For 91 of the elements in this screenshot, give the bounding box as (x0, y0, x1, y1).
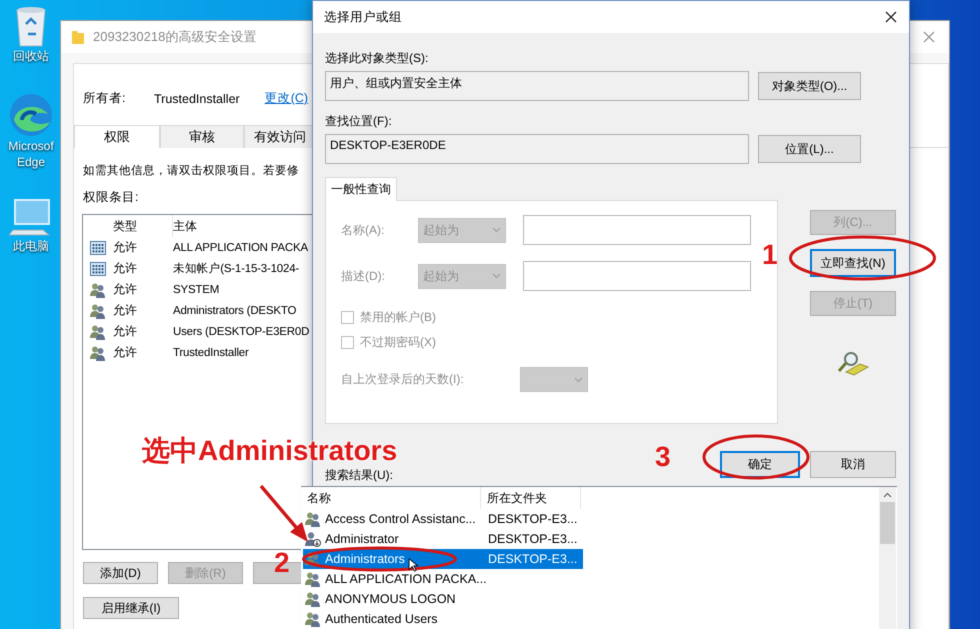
step-number: 2 (274, 548, 290, 578)
owner-name: TrustedInstaller (154, 92, 240, 106)
group-icon (305, 591, 321, 607)
checkbox-label: 禁用的帐户(B) (360, 311, 436, 324)
close-icon[interactable] (885, 11, 897, 23)
group-icon (305, 571, 321, 587)
field-label: 查找位置(F): (325, 113, 393, 130)
table-cell-text: Access Control Assistanc... (324, 512, 476, 526)
tab[interactable]: 审核 (160, 125, 244, 148)
folder-icon (71, 29, 85, 45)
caret-icon (492, 273, 501, 279)
tab[interactable]: 权限 (74, 125, 160, 148)
table-cell: ALL APPLICATION PACKA (173, 242, 308, 254)
table-cell-text: DESKTOP-E3... (488, 532, 578, 546)
table-cell: Users (DESKTOP-E3ER0D (173, 326, 310, 338)
checkbox[interactable] (341, 311, 354, 324)
table-cell: SYSTEM (173, 284, 220, 296)
scrollbar-track[interactable] (879, 487, 896, 629)
entries-label: 权限条目: (83, 189, 138, 206)
info-text: 如需其他信息，请双击权限项目。若要修 (83, 164, 299, 178)
action-button[interactable]: 添加(D) (83, 562, 158, 584)
step-number: 3 (655, 442, 671, 472)
group-icon (305, 551, 321, 567)
column-header[interactable]: 主体 (173, 218, 197, 234)
field-label: 描述(D): (341, 268, 386, 284)
scrollbar-thumb[interactable] (880, 502, 895, 544)
table-cell-text: DESKTOP-E3... (488, 512, 578, 526)
result-row[interactable]: ALL APPLICATION PACKA... (303, 569, 583, 589)
result-row[interactable]: Administrator DESKTOP-E3... (303, 529, 583, 549)
group-icon (305, 511, 321, 527)
owner-label: 所有者: (83, 90, 126, 107)
grid-icon (90, 240, 106, 254)
result-row[interactable]: Authenticated Users (303, 609, 583, 629)
column-header[interactable]: 名称 (301, 487, 481, 509)
group-icon (90, 324, 106, 340)
group-icon (305, 611, 321, 627)
input-field[interactable] (523, 215, 751, 245)
caret-icon (492, 227, 501, 233)
dialog-button[interactable]: 取消 (810, 451, 896, 478)
table-cell-text: 允许 (113, 281, 138, 298)
search-icon (836, 350, 870, 376)
browser-icon (8, 92, 54, 138)
location-field: DESKTOP-E3ER0DE (325, 134, 749, 164)
result-row[interactable]: Access Control Assistanc... DESKTOP-E3... (303, 509, 583, 529)
checkbox[interactable] (341, 336, 354, 349)
table-cell-text: 允许 (113, 239, 138, 256)
results-label: 搜索结果(U): (325, 467, 393, 484)
dialog-title: 选择用户或组 (324, 8, 402, 26)
user-icon (305, 531, 321, 547)
input-field[interactable] (523, 261, 751, 291)
column-header[interactable]: 所在文件夹 (481, 487, 581, 509)
grid-icon (90, 262, 106, 276)
field-label: 选择此对象类型(S): (325, 50, 430, 67)
table-cell-text: ALL APPLICATION PACKA... (324, 572, 487, 586)
table-cell-text: DESKTOP-E3... (488, 552, 578, 566)
table-cell: Administrators (DESKTO (173, 304, 296, 316)
checkbox-label: 不过期密码(X) (360, 336, 436, 349)
scroll-up-icon[interactable] (883, 492, 892, 498)
table-cell-text: Authenticated Users (324, 612, 438, 626)
step-number: 1 (762, 240, 778, 270)
table-cell-text: 允许 (113, 302, 138, 319)
window-title: 2093230218的高级安全设置 (93, 28, 256, 46)
change-link[interactable]: 更改(C) (264, 90, 308, 107)
field-label: 名称(A): (341, 222, 386, 238)
caret-icon (574, 376, 583, 382)
result-row[interactable]: ANONYMOUS LOGON (303, 589, 583, 609)
table-cell: TrustedInstaller (173, 346, 249, 358)
dropdown[interactable] (520, 367, 588, 392)
locations-button[interactable]: 位置(L)... (758, 135, 861, 163)
group-icon (90, 282, 106, 298)
field-label: 自上次登录后的天数(I): (341, 371, 465, 388)
table-cell-text: ANONYMOUS LOGON (324, 592, 456, 606)
dialog-button[interactable]: 确定 (720, 451, 800, 478)
column-header[interactable]: 类型 (113, 215, 173, 237)
table-cell-text: 允许 (113, 260, 138, 277)
inherit-button[interactable]: 启用继承(I) (83, 597, 179, 619)
pointer-icon (408, 558, 419, 572)
table-cell-text: 允许 (113, 323, 138, 340)
recycle-bin-icon (14, 4, 48, 48)
object-types-button[interactable]: 对象类型(O)... (758, 72, 861, 100)
object-type-field: 用户、组或内置安全主体 (325, 71, 749, 101)
side-button[interactable]: 立即查找(N) (810, 249, 896, 277)
group-icon (90, 344, 106, 360)
table-cell-text: Administrators (324, 552, 405, 566)
table-cell: 未知帐户(S-1-15-3-1024- (173, 261, 300, 276)
computer-icon (9, 198, 53, 238)
arrow (260, 484, 308, 542)
group-icon (90, 302, 106, 318)
query-tab[interactable]: 一般性查询 (325, 177, 397, 201)
table-cell-text: Administrator (324, 532, 399, 546)
table-cell-text: 允许 (113, 344, 138, 361)
